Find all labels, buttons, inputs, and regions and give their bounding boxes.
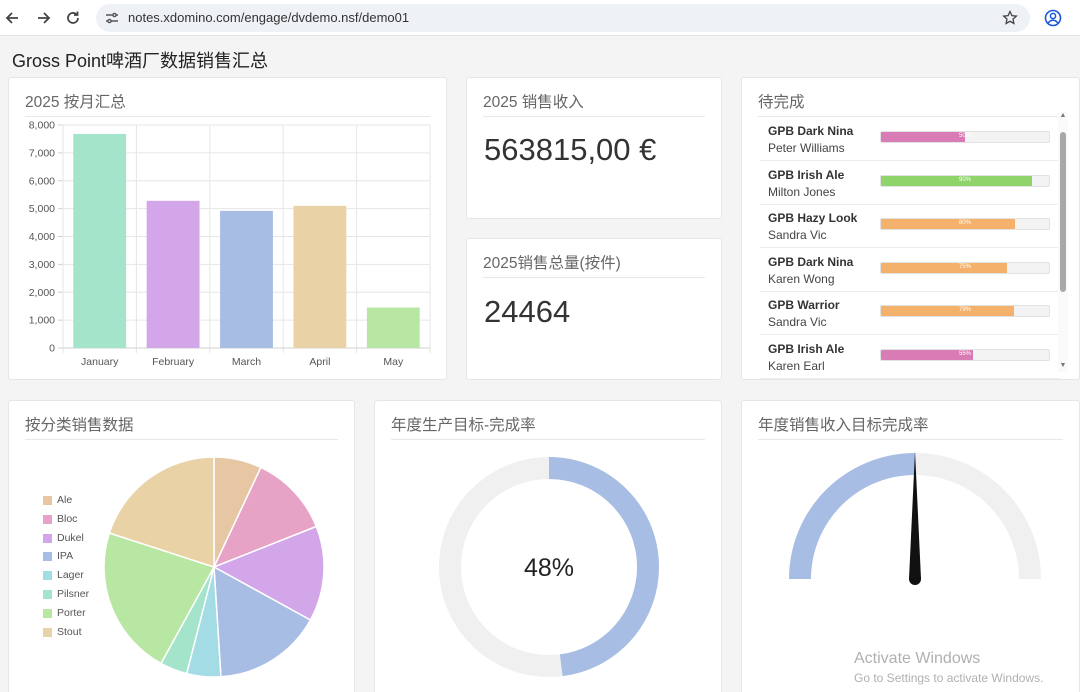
reload-icon[interactable] <box>64 9 82 27</box>
bar[interactable] <box>146 200 200 348</box>
divider <box>483 116 705 117</box>
task-progress-bar: 50% <box>880 131 1050 143</box>
arrow-right-icon[interactable] <box>34 9 52 27</box>
task-progress-bar: 90% <box>880 174 1050 187</box>
scrollbar-thumb[interactable] <box>1060 132 1066 292</box>
y-tick-label: 4,000 <box>29 231 55 243</box>
card-title: 待完成 <box>758 94 805 111</box>
tasks-card: 待完成 GPB Dark Nina Peter Williams 50% GPB Ir… <box>741 77 1080 380</box>
browser-toolbar: notes.xdomino.com/engage/dvdemo.nsf/demo… <box>0 0 1080 36</box>
bar[interactable] <box>366 307 420 348</box>
task-row[interactable]: GPB Hazy Look Sandra Vic 80% <box>760 205 1060 248</box>
task-row[interactable]: GPB Dark Nina Peter Williams 50% <box>760 118 1060 161</box>
bar[interactable] <box>293 205 347 348</box>
y-tick-label: 8,000 <box>29 120 55 132</box>
task-name: GPB Dark Nina <box>768 254 854 269</box>
page-title: Gross Point啤酒厂数据销售汇总 <box>12 51 269 71</box>
category-pie-chart <box>103 456 325 678</box>
volume-card: 2025销售总量(按件) 24464 <box>466 238 722 380</box>
task-progress-label: 50% <box>958 133 971 139</box>
doughnut-center-label: 48% <box>524 554 574 582</box>
scroll-up-icon[interactable]: ▲ <box>1058 112 1068 119</box>
revenue-target-card: 年度销售收入目标完成率 <box>741 400 1080 692</box>
monthly-summary-card: 2025 按月汇总 0 1,000 2,000 3,000 4,000 5,000 6,00… <box>8 77 447 380</box>
x-tick-label: March <box>232 356 261 368</box>
y-tick-label: 1,000 <box>29 315 55 327</box>
task-progress-label: 90% <box>958 176 971 183</box>
arrow-left-icon[interactable] <box>4 9 22 27</box>
revenue-card: 2025 销售收入 563815,00 € <box>466 77 722 219</box>
task-progress-label: 75% <box>958 263 971 270</box>
task-assignee: Karen Wong <box>768 271 835 286</box>
divider <box>758 116 1063 117</box>
x-tick-label: February <box>152 356 195 368</box>
app-header: Gross Point啤酒厂数据销售汇总 <box>0 37 1080 73</box>
task-name: GPB Warrior <box>768 298 840 312</box>
task-name: GPB Irish Ale <box>768 341 845 356</box>
url-text[interactable]: notes.xdomino.com/engage/dvdemo.nsf/demo… <box>128 10 409 25</box>
production-doughnut-chart: 48% <box>439 457 659 677</box>
account-icon[interactable] <box>1044 9 1062 27</box>
task-assignee: Sandra Vic <box>768 315 827 329</box>
x-tick-label: April <box>309 356 330 368</box>
y-tick-label: 2,000 <box>29 287 55 299</box>
production-target-card: 年度生产目标-完成率 48% <box>374 400 722 692</box>
task-progress-bar: 75% <box>880 261 1050 274</box>
tune-icon[interactable] <box>105 11 119 25</box>
task-progress-bar: 80% <box>880 218 1050 230</box>
category-sales-card: 按分类销售数据 Ale Bloc Dukel IPA Lager Pilsner Porte… <box>8 400 355 692</box>
task-name: GPB Dark Nina <box>768 124 854 138</box>
x-tick-label: May <box>383 356 404 368</box>
scroll-down-icon[interactable]: ▼ <box>1058 362 1068 369</box>
bar[interactable] <box>220 210 273 348</box>
task-row[interactable]: GPB Irish Ale Karen Earl 55% <box>760 336 1060 379</box>
task-assignee: Peter Williams <box>768 141 845 155</box>
y-tick-label: 6,000 <box>29 175 55 187</box>
activation-watermark: Activate Windows Go to Settings to activ… <box>854 650 1043 685</box>
task-progress-label: 79% <box>958 307 971 313</box>
task-assignee: Milton Jones <box>768 184 836 199</box>
bar[interactable] <box>73 133 127 348</box>
task-row[interactable]: GPB Dark Nina Karen Wong 75% <box>760 249 1060 292</box>
task-list-scrollbar[interactable]: ▲ ▼ <box>1058 112 1068 372</box>
task-name: GPB Irish Ale <box>768 167 845 182</box>
volume-value: 24464 <box>484 294 571 329</box>
monthly-bar-chart: 0 1,000 2,000 3,000 4,000 5,000 6,000 7,000 8,00… <box>29 120 431 368</box>
task-progress-label: 55% <box>958 350 971 357</box>
card-title: 2025 销售收入 <box>483 94 584 111</box>
y-tick-label: 7,000 <box>29 147 55 159</box>
task-assignee: Karen Earl <box>768 358 825 373</box>
task-progress-bar: 55% <box>880 348 1050 361</box>
gauge-needle-hub <box>909 573 921 585</box>
task-progress-bar: 79% <box>880 305 1050 317</box>
task-row[interactable]: GPB Irish Ale Milton Jones 90% <box>760 162 1060 205</box>
card-title: 2025销售总量(按件) <box>483 255 621 272</box>
address-bar[interactable]: notes.xdomino.com/engage/dvdemo.nsf/demo… <box>96 4 1030 32</box>
task-assignee: Sandra Vic <box>768 228 827 242</box>
gauge-remaining-arc <box>915 453 1041 579</box>
y-tick-label: 0 <box>49 343 55 355</box>
star-icon[interactable] <box>1002 10 1018 26</box>
task-progress-label: 80% <box>958 220 971 226</box>
revenue-gauge-chart <box>789 451 1041 585</box>
divider <box>483 277 705 278</box>
gauge-filled-arc[interactable] <box>789 453 915 579</box>
watermark-subtitle: Go to Settings to activate Windows. <box>854 671 1044 685</box>
y-tick-label: 5,000 <box>29 203 55 215</box>
task-name: GPB Hazy Look <box>768 211 858 225</box>
x-tick-label: January <box>81 356 119 368</box>
revenue-value: 563815,00 € <box>484 132 657 167</box>
y-tick-label: 3,000 <box>29 259 55 271</box>
watermark-title: Activate Windows <box>854 650 981 667</box>
task-row[interactable]: GPB Warrior Sandra Vic 79% <box>760 292 1060 335</box>
